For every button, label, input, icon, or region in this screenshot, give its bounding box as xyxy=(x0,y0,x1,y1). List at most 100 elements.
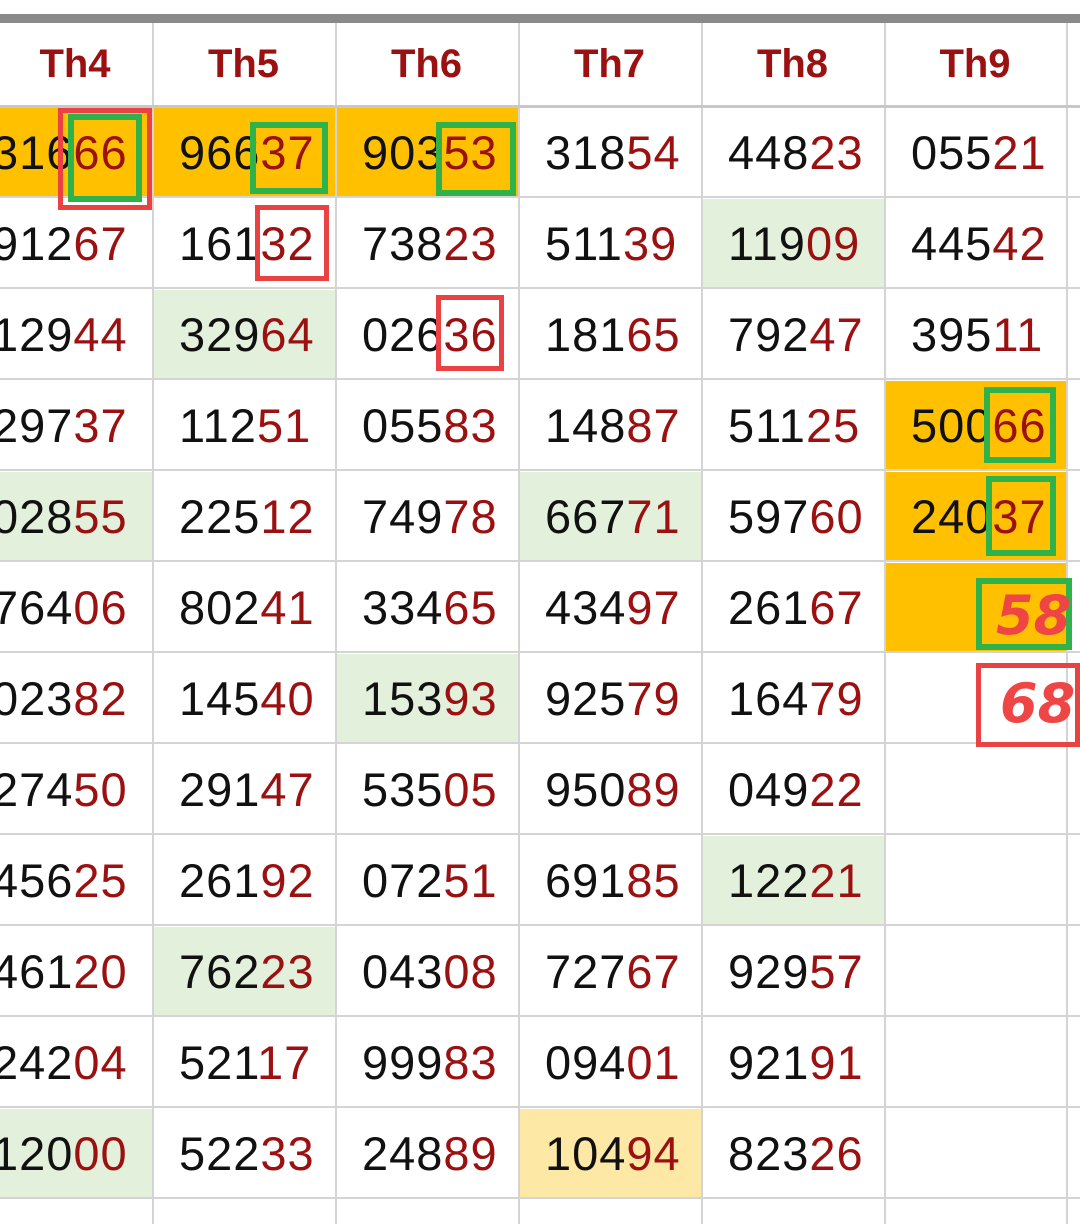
number-last-two-digits: 40 xyxy=(260,671,315,725)
number-last-two-digits: 57 xyxy=(809,944,864,998)
result-cell xyxy=(886,1018,1066,1106)
number-last-two-digits: 51 xyxy=(256,398,312,452)
number-lead-digits: 434 xyxy=(545,580,627,634)
number-lead-digits: 055 xyxy=(362,398,444,452)
number-last-two-digits: 78 xyxy=(443,489,498,543)
row-divider xyxy=(0,833,1080,835)
number-lead-digits: 240 xyxy=(911,489,993,543)
number-last-two-digits: 42 xyxy=(992,216,1047,270)
number-lead-digits: 094 xyxy=(545,1035,627,1089)
column-header-th4[interactable]: Th4 xyxy=(0,23,152,105)
number-last-two-digits: 21 xyxy=(809,853,864,907)
result-cell: 92191 xyxy=(703,1018,884,1106)
number-last-two-digits: 54 xyxy=(626,125,681,179)
result-cell: 15393 xyxy=(337,654,518,742)
result-cell: 76223 xyxy=(154,927,335,1015)
number-last-two-digits: 25 xyxy=(805,398,861,452)
number-lead-digits: 929 xyxy=(728,944,810,998)
result-cell: 10494 xyxy=(520,1109,701,1197)
result-cell: 07251 xyxy=(337,836,518,924)
number-last-two-digits: 04 xyxy=(73,1035,128,1089)
number-last-two-digits: 64 xyxy=(260,307,315,361)
number-lead-digits: 329 xyxy=(179,307,261,361)
result-cell xyxy=(886,1109,1066,1197)
number-lead-digits: 242 xyxy=(0,1035,74,1089)
result-cell: 52233 xyxy=(154,1109,335,1197)
lottery-results-table: Th4 Th5 Th6 Th7 Th8 Th9 31666 96637 90353 31854 44… xyxy=(0,0,1080,1224)
number-lead-digits: 122 xyxy=(728,853,810,907)
result-cell: 53505 xyxy=(337,745,518,833)
number-last-two-digits: 47 xyxy=(809,307,864,361)
result-cell: 66771 xyxy=(520,472,701,560)
number-last-two-digits: 47 xyxy=(260,762,315,816)
number-last-two-digits: 41 xyxy=(260,580,315,634)
result-cell xyxy=(886,745,1066,833)
number-last-two-digits: 39 xyxy=(622,216,678,270)
number-last-two-digits: 65 xyxy=(443,580,498,634)
number-lead-digits: 912 xyxy=(0,216,74,270)
number-lead-digits: 500 xyxy=(911,398,993,452)
number-last-two-digits: 05 xyxy=(443,762,498,816)
result-cell: 09401 xyxy=(520,1018,701,1106)
number-lead-digits: 535 xyxy=(362,762,444,816)
number-lead-digits: 511 xyxy=(728,398,806,452)
number-last-two-digits: 09 xyxy=(805,216,861,270)
number-last-two-digits: 26 xyxy=(809,1126,864,1180)
column-header-th8[interactable]: Th8 xyxy=(701,23,884,105)
column-header-th7[interactable]: Th7 xyxy=(518,23,701,105)
result-cell: 26192 xyxy=(154,836,335,924)
result-cell: 02855 xyxy=(0,472,152,560)
number-last-two-digits: 87 xyxy=(626,398,681,452)
number-last-two-digits: 51 xyxy=(443,853,498,907)
red-marker-box xyxy=(436,295,504,371)
number-lead-digits: 921 xyxy=(728,1035,810,1089)
number-lead-digits: 448 xyxy=(728,125,810,179)
result-cell: 99983 xyxy=(337,1018,518,1106)
result-cell: 32964 xyxy=(154,290,335,378)
number-last-two-digits: 91 xyxy=(809,1035,864,1089)
number-lead-digits: 225 xyxy=(179,489,261,543)
green-marker-box xyxy=(68,114,142,202)
number-lead-digits: 026 xyxy=(362,307,444,361)
number-last-two-digits: 21 xyxy=(992,125,1047,179)
result-cell: 59760 xyxy=(703,472,884,560)
number-lead-digits: 792 xyxy=(728,307,810,361)
row-divider xyxy=(0,560,1080,562)
result-cell: 39511 xyxy=(886,290,1066,378)
result-cell: 18165 xyxy=(520,290,701,378)
number-last-two-digits: 89 xyxy=(626,762,681,816)
handwritten-number: 68 xyxy=(1000,672,1076,735)
column-header-th5[interactable]: Th5 xyxy=(152,23,335,105)
result-cell: 02382 xyxy=(0,654,152,742)
number-lead-digits: 161 xyxy=(179,216,261,270)
green-marker-box xyxy=(986,476,1056,556)
column-header-th6[interactable]: Th6 xyxy=(335,23,518,105)
column-header-th9[interactable]: Th9 xyxy=(884,23,1066,105)
number-lead-digits: 823 xyxy=(728,1126,810,1180)
result-cell: 16479 xyxy=(703,654,884,742)
number-last-two-digits: 08 xyxy=(443,944,498,998)
number-last-two-digits: 79 xyxy=(809,671,864,725)
number-lead-digits: 999 xyxy=(362,1035,444,1089)
number-lead-digits: 334 xyxy=(362,580,444,634)
column-divider xyxy=(884,23,886,1224)
number-last-two-digits: 55 xyxy=(73,489,128,543)
result-cell xyxy=(886,927,1066,1015)
number-last-two-digits: 79 xyxy=(626,671,681,725)
number-last-two-digits: 67 xyxy=(626,944,681,998)
number-lead-digits: 522 xyxy=(179,1126,261,1180)
result-cell: 14887 xyxy=(520,381,701,469)
result-cell: 24204 xyxy=(0,1018,152,1106)
result-cell: 22512 xyxy=(154,472,335,560)
header-divider xyxy=(0,105,1080,108)
result-cell: 14540 xyxy=(154,654,335,742)
number-last-two-digits: 94 xyxy=(626,1126,681,1180)
result-cell: 74978 xyxy=(337,472,518,560)
number-lead-digits: 291 xyxy=(179,762,261,816)
column-divider xyxy=(701,23,703,1224)
number-last-two-digits: 83 xyxy=(443,398,498,452)
result-cell: 11909 xyxy=(703,199,884,287)
result-cell: 04308 xyxy=(337,927,518,1015)
handwritten-number: 58 xyxy=(996,584,1072,647)
number-lead-digits: 072 xyxy=(362,853,444,907)
